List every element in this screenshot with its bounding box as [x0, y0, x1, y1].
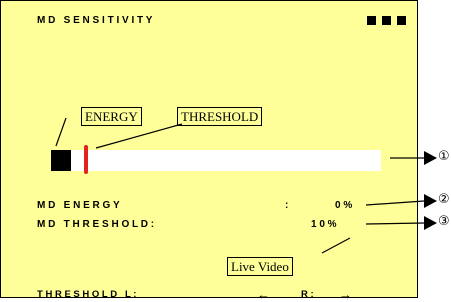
callout-1: ①: [438, 149, 450, 164]
callout-2-arrow-line: [365, 200, 425, 206]
callout-lines: [55, 117, 437, 254]
callout-3-arrow-line: [365, 222, 425, 225]
energy-leader-line: [55, 117, 67, 147]
callout-3-arrowhead-icon: [424, 216, 437, 230]
threshold-leader-line: [95, 123, 183, 149]
callout-2-arrowhead-icon: [424, 194, 437, 208]
callout-1-arrowhead-icon: [424, 151, 437, 165]
callout-3: ③: [438, 214, 450, 229]
live-video-leader-line: [321, 237, 351, 254]
callout-2: ②: [438, 192, 450, 207]
